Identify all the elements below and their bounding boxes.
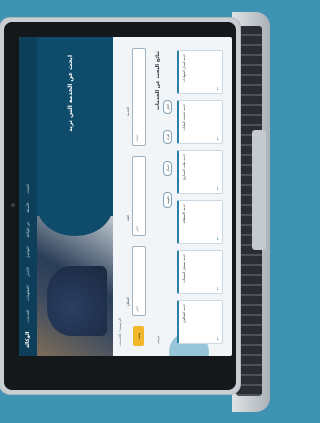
filter-chip[interactable]: الكل [163, 100, 172, 114]
card-title: خدمة الاستعلام [182, 204, 186, 224]
website: الوكالة الخدمات المعلومات الأخبار التواص… [19, 37, 232, 356]
nav-item[interactable]: الأخبار [26, 267, 30, 276]
hero-banner: ابحث عن الخدمة التي تريد [37, 37, 113, 356]
card-title: خدمة الشكاوى [182, 304, 186, 323]
nav-item[interactable]: الأسئلة [26, 202, 30, 212]
filter-chips: الكل أفراد أعمال حكومة [163, 44, 172, 344]
webcam [11, 203, 15, 207]
service-card[interactable]: خدمة الاستعلام ← [177, 200, 223, 244]
field-label: القطاع [126, 297, 130, 306]
hero-curve-decoration [37, 176, 113, 236]
nav-item[interactable]: التواصل [26, 247, 30, 259]
nav-item[interactable]: المعلومات [26, 286, 30, 301]
arrow-icon: ← [214, 136, 220, 140]
field-label: الخدمة [126, 106, 130, 116]
top-navigation-bar: الوكالة الخدمات المعلومات الأخبار التواص… [19, 37, 37, 356]
card-title: خدمة تسجيل المنشآت [182, 254, 186, 283]
service-search-input[interactable]: ابحث [132, 48, 146, 146]
service-card[interactable]: خدمة الشكاوى ← [177, 300, 223, 344]
service-search-form: بحث القطاع اختر الفئة اختر الخدمة ابحث [126, 46, 153, 346]
arrow-icon: ← [214, 86, 220, 90]
sort-control[interactable]: ترتيب [156, 336, 160, 344]
card-title: خدمة تحديث البيانات [182, 104, 186, 131]
field-label: الفئة [126, 214, 130, 221]
breadcrumb[interactable]: الرئيسية / الخدمات [118, 318, 122, 346]
service-card[interactable]: خدمة تسجيل المنشآت ← [177, 250, 223, 294]
site-logo[interactable]: الوكالة [25, 332, 31, 348]
arrow-icon: ← [214, 336, 220, 340]
filter-chip[interactable]: حكومة [163, 191, 172, 208]
hero-photo [37, 216, 113, 356]
laptop-screen: الوكالة الخدمات المعلومات الأخبار التواص… [19, 37, 232, 356]
sector-select[interactable]: اختر [132, 246, 146, 316]
arrow-icon: ← [214, 186, 220, 190]
filter-chip[interactable]: أعمال [163, 160, 172, 176]
filter-chip[interactable]: أفراد [163, 129, 172, 144]
service-cards: خدمة إصدار الشهادات ← خدمة تحديث البيانات… [177, 46, 225, 344]
trackpad [252, 130, 266, 250]
results-title: نتائج البحث عن الخدمات [155, 51, 161, 111]
nav-item[interactable]: عن الوكالة [26, 222, 30, 238]
service-card[interactable]: خدمة طلب التصاريح ← [177, 150, 223, 194]
nav-item[interactable]: الخدمات [26, 310, 30, 323]
category-select[interactable]: اختر [132, 156, 146, 236]
nav-item[interactable]: البحث [26, 184, 30, 193]
hero-title: ابحث عن الخدمة التي تريد [67, 55, 74, 132]
arrow-icon: ← [214, 286, 220, 290]
service-card[interactable]: خدمة تحديث البيانات ← [177, 100, 223, 144]
arrow-icon: ← [214, 236, 220, 240]
search-button[interactable]: بحث [133, 326, 144, 346]
card-title: خدمة إصدار الشهادات [182, 54, 186, 83]
card-title: خدمة طلب التصاريح [182, 154, 186, 181]
service-card[interactable]: خدمة إصدار الشهادات ← [177, 50, 223, 94]
